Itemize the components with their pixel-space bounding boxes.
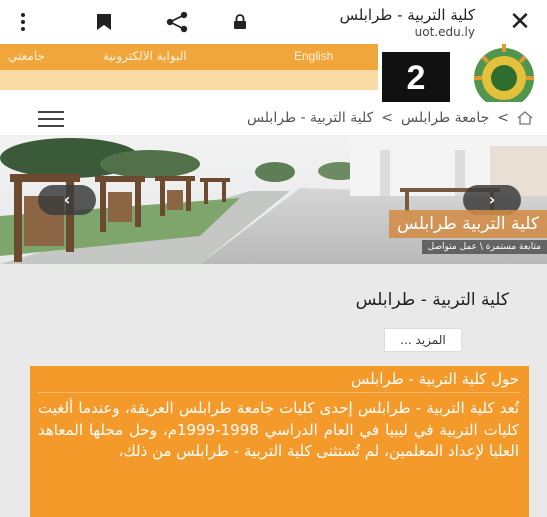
header-sub-band (0, 70, 378, 90)
page-title: كلية التربية - طرابلس (339, 6, 475, 24)
site-header: جامعتي البوابة الالكترونية English 2 (0, 44, 547, 108)
more-vert-icon[interactable] (18, 10, 28, 34)
number-badge: 2 (382, 52, 450, 104)
url-host[interactable]: uot.edu.ly (415, 25, 475, 39)
menu-icon[interactable] (38, 111, 64, 127)
about-divider (38, 392, 521, 393)
main-content: كلية التربية - طرابلس المزيد ... حول كلي… (0, 264, 547, 517)
breadcrumb-separator: > (497, 110, 509, 126)
e-portal-link[interactable]: البوابة الالكترونية (103, 49, 187, 63)
close-icon[interactable]: ✕ (508, 9, 532, 35)
bookmark-icon[interactable] (92, 10, 116, 34)
breadcrumb-item-university[interactable]: جامعة طرابلس (401, 110, 489, 126)
top-links-bar: جامعتي البوابة الالكترونية English (0, 44, 378, 70)
share-icon[interactable] (163, 10, 191, 34)
breadcrumb-separator: > (381, 110, 393, 126)
slide-caption-subtitle: متابعة مستمرة \ عمل متواصل (421, 240, 547, 254)
about-title: حول كلية التربية - طرابلس (350, 370, 519, 388)
home-icon[interactable] (517, 111, 533, 125)
breadcrumb: > جامعة طرابلس > كلية التربية - طرابلس (247, 110, 533, 126)
slider-prev-button[interactable]: ‹ (38, 185, 96, 215)
about-text: تُعد كلية التربية - طرابلس إحدى كليات جا… (38, 399, 519, 460)
browser-toolbar: كلية التربية - طرابلس uot.edu.ly ✕ (0, 0, 547, 44)
breadcrumb-item-college: كلية التربية - طرابلس (246, 110, 374, 126)
lock-icon (232, 10, 248, 34)
image-slider[interactable]: ‹ › كلية التربية طرابلس متابعة مستمرة \ … (0, 136, 547, 264)
college-heading: كلية التربية - طرابلس (355, 290, 509, 310)
more-button[interactable]: المزيد ... (384, 328, 462, 352)
breadcrumb-bar: > جامعة طرابلس > كلية التربية - طرابلس (0, 102, 547, 136)
my-university-link[interactable]: جامعتي (8, 49, 45, 63)
english-link[interactable]: English (294, 49, 333, 63)
about-section: حول كلية التربية - طرابلس تُعد كلية التر… (30, 366, 529, 517)
university-logo-icon[interactable] (454, 44, 547, 108)
slide-caption-title: كلية التربية طرابلس (389, 210, 547, 238)
